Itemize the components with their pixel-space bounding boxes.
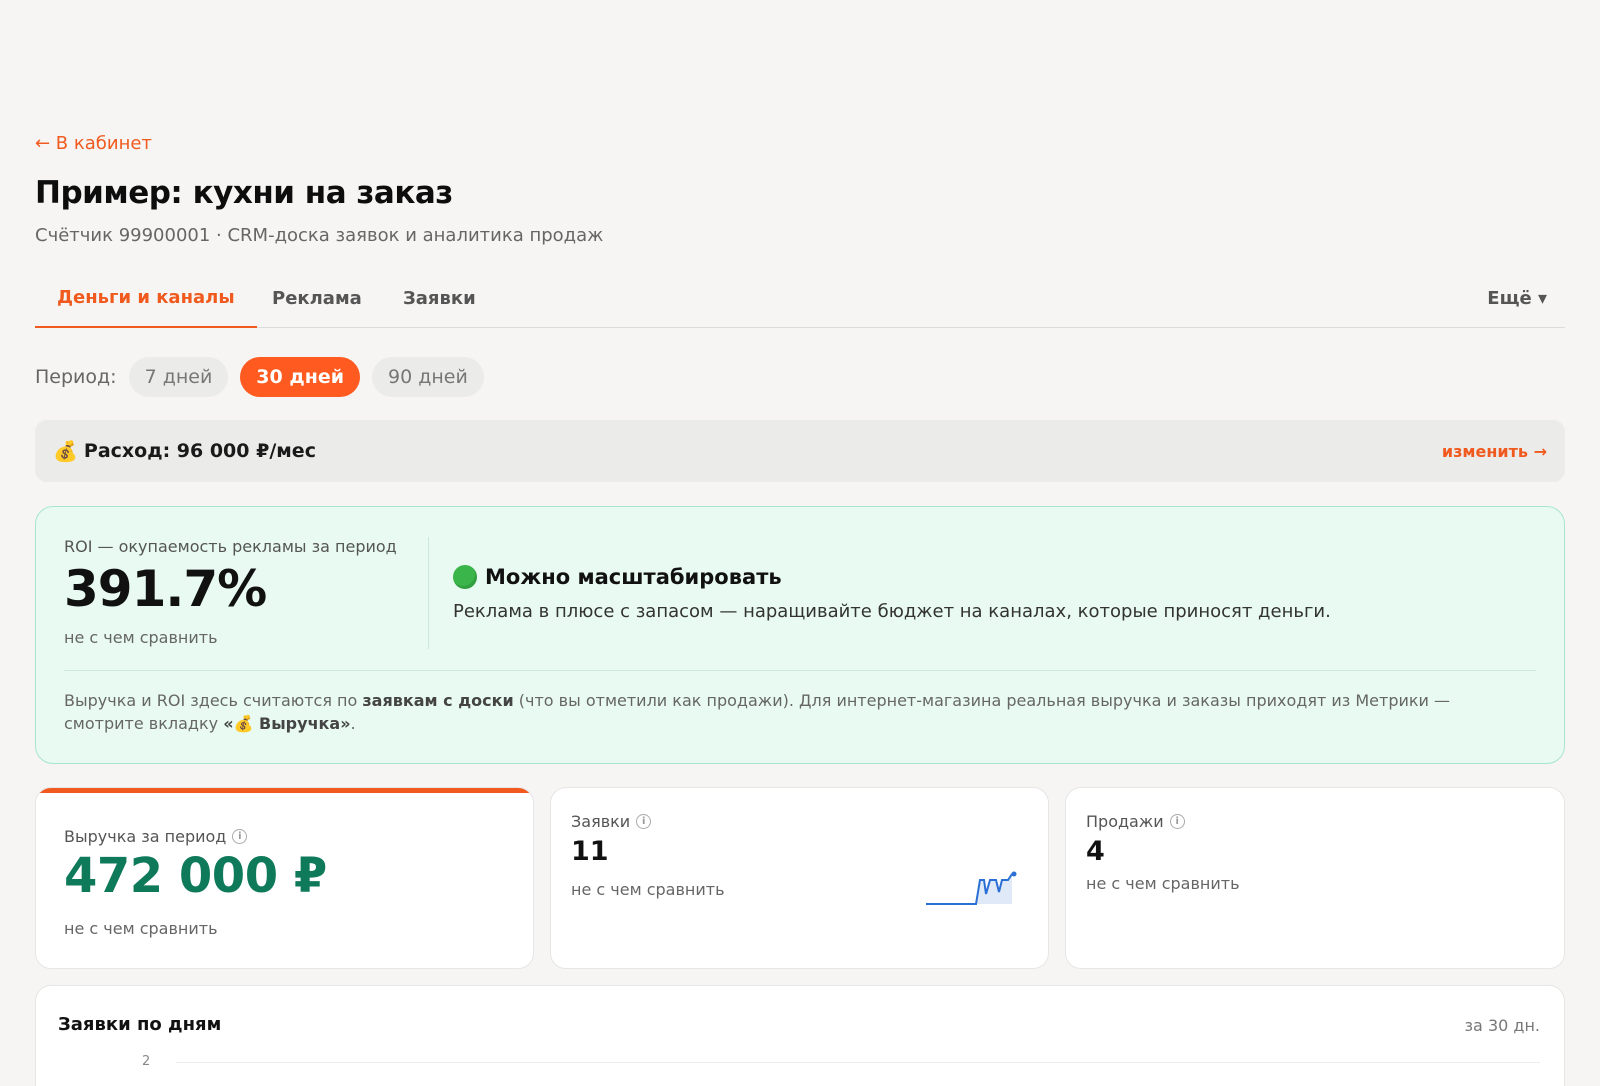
leads-card-label: Заявки i	[571, 812, 652, 831]
period-label: Период:	[35, 366, 117, 388]
tabs-more-dropdown[interactable]: Ещё ▾	[1487, 288, 1547, 309]
period-90-days-button[interactable]: 90 дней	[372, 357, 484, 397]
sales-compare: не с чем сравнить	[1086, 874, 1240, 893]
roi-divider	[428, 537, 429, 649]
revenue-card-label: Выручка за период i	[64, 827, 248, 846]
leads-value: 11	[571, 836, 609, 867]
tab-bar: Деньги и каналы Реклама Заявки Ещё ▾	[35, 278, 1565, 328]
roi-note: Выручка и ROI здесь считаются по заявкам…	[64, 691, 1451, 733]
info-icon[interactable]: i	[1169, 814, 1185, 829]
y-tick-label: 2	[142, 1054, 151, 1069]
tab-money-channels[interactable]: Деньги и каналы	[35, 278, 257, 328]
roi-compare: не с чем сравнить	[64, 628, 218, 647]
roi-panel: ROI — окупаемость рекламы за период 391.…	[35, 506, 1565, 764]
gridline	[176, 1062, 1540, 1063]
period-7-days-button[interactable]: 7 дней	[128, 357, 229, 397]
info-icon[interactable]: i	[232, 829, 248, 844]
leads-compare: не с чем сравнить	[571, 880, 725, 899]
tab-leads[interactable]: Заявки	[381, 278, 498, 328]
roi-value: 391.7%	[64, 560, 267, 618]
money-bag-icon: 💰	[53, 439, 78, 463]
roi-verdict: Можно масштабировать	[453, 565, 1331, 589]
leads-sparkline	[926, 871, 1017, 905]
daily-chart-range: за 30 дн.	[1464, 1016, 1540, 1035]
info-icon[interactable]: i	[636, 814, 652, 829]
tab-ads[interactable]: Реклама	[250, 278, 384, 328]
green-circle-icon	[453, 565, 477, 589]
edit-spend-link[interactable]: изменить →	[1442, 442, 1547, 461]
back-to-cabinet-link[interactable]: ← В кабинет	[35, 133, 152, 154]
daily-leads-chart: Заявки по дням за 30 дн. 2	[35, 985, 1565, 1086]
revenue-tab-link[interactable]: «💰 Выручка»	[223, 714, 350, 733]
roi-label: ROI — окупаемость рекламы за период	[64, 537, 397, 556]
sales-card-label: Продажи i	[1086, 812, 1185, 831]
roi-metric: ROI — окупаемость рекламы за период 391.…	[64, 537, 419, 647]
page-title: Пример: кухни на заказ	[35, 175, 453, 211]
leads-card: Заявки i 11 не с чем сравнить	[550, 787, 1049, 969]
sales-card: Продажи i 4 не с чем сравнить	[1065, 787, 1565, 969]
spend-bar: 💰 Расход: 96 000 ₽/мес изменить →	[35, 420, 1565, 482]
roi-note-bold-board: заявкам с доски	[362, 691, 514, 710]
period-selector: Период: 7 дней 30 дней 90 дней	[35, 357, 484, 397]
revenue-card: Выручка за период i 472 000 ₽ не с чем с…	[35, 787, 534, 969]
revenue-card-accent	[36, 788, 533, 793]
sales-value: 4	[1086, 836, 1105, 867]
period-30-days-button[interactable]: 30 дней	[240, 357, 361, 397]
revenue-value: 472 000 ₽	[64, 848, 327, 904]
roi-description: Реклама в плюсе с запасом — наращивайте …	[453, 601, 1331, 622]
leads-sparkline-endpoint	[1011, 871, 1017, 877]
page-subtitle: Счётчик 99900001 · CRM-доска заявок и ан…	[35, 225, 604, 246]
roi-separator	[64, 670, 1536, 671]
revenue-compare: не с чем сравнить	[64, 919, 218, 938]
roi-verdict-text: Можно масштабировать	[485, 565, 782, 589]
spend-text: Расход: 96 000 ₽/мес	[83, 440, 316, 462]
leads-sparkline-area	[976, 874, 1012, 904]
daily-chart-title: Заявки по дням	[58, 1014, 222, 1035]
roi-verdict-block: Можно масштабировать Реклама в плюсе с з…	[453, 565, 1331, 622]
